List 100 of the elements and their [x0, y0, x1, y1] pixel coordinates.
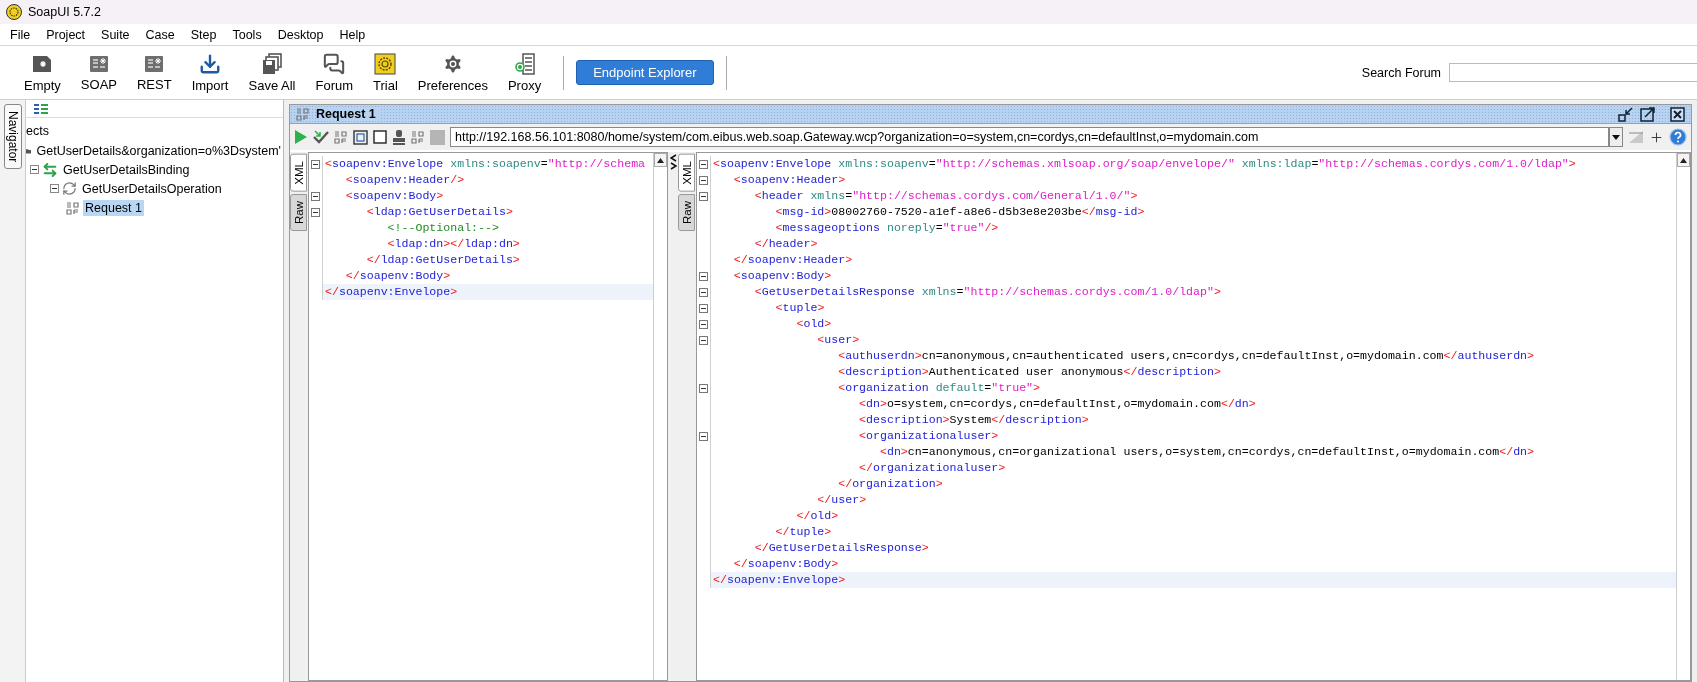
menu-item[interactable]: Project [38, 27, 94, 42]
code-line: <soapenv:Header> [732, 172, 847, 188]
fold-toggle[interactable] [699, 319, 708, 329]
tree-heading: ects [26, 124, 50, 140]
code-line: <tuple> [774, 300, 826, 316]
toolbar-button[interactable]: Trial [363, 47, 408, 98]
code-line: <soapenv:Header/> [344, 172, 466, 188]
chat-icon [323, 52, 346, 75]
scroll-up-button[interactable] [654, 153, 667, 167]
code-line: <msg-id>08002760-7520-a1ef-a8e6-d5b3e8e203be</msg-id> [774, 204, 1146, 220]
code-line: </user> [816, 492, 868, 508]
frame-icon[interactable] [353, 129, 368, 145]
arrow-up-icon [657, 157, 664, 163]
endpoint-explorer-button[interactable]: Endpoint Explorer [576, 60, 714, 85]
menu-item[interactable]: Case [137, 27, 183, 42]
editor-tab[interactable]: XML [678, 154, 695, 192]
soap-icon[interactable] [334, 130, 348, 144]
server-icon [513, 52, 536, 75]
soap-glyph-icon [334, 130, 348, 144]
fold-toggle[interactable] [699, 159, 708, 169]
code-line: <soapenv:Envelope xmlns:soapenv="http://schema [324, 156, 647, 172]
soap-icon[interactable] [411, 130, 425, 144]
code-line: <soapenv:Envelope xmlns:soapenv="http://schemas.xmlsoap.org/soap/envelope/" xmlns:ldap="http://schemas.cordys.com/1.0/ldap"> [712, 156, 1577, 172]
navigator-tab[interactable]: Navigator [3, 104, 22, 170]
expand-toggle[interactable] [30, 165, 39, 174]
close-icon[interactable] [1670, 106, 1685, 122]
fold-toggle[interactable] [699, 175, 708, 185]
refresh-icon [62, 181, 77, 196]
menu-item[interactable]: Suite [93, 27, 138, 42]
xml-editor[interactable]: <soapenv:Envelope xmlns:soapenv="http://schema <soapenv:Header/> <soapenv:Body> <ldap:GetUserDetails> <!--Optional:--> <ldap:dn></ldap:dn> </ldap:GetUserDetails> </soapenv:Body> </soapenv:Envelope> [308, 152, 668, 681]
maximize-icon[interactable] [1640, 106, 1656, 122]
list-icon [34, 103, 48, 114]
menu-item[interactable]: Tools [224, 27, 270, 42]
toolbar-button[interactable]: Import [181, 47, 239, 98]
soap-icon [87, 53, 110, 74]
code-line: <dn>o=system,cn=cordys,cn=defaultInst,o=mydomain.com</dn> [858, 396, 1257, 412]
code-line: <dn>cn=anonymous,cn=organizational users,o=system,cn=cordys,cn=defaultInst,o=mydomain.com</dn> [878, 444, 1536, 460]
soap-glyph-icon [411, 130, 425, 144]
plus-icon[interactable] [1649, 129, 1664, 145]
toolbar-button[interactable]: Preferences [407, 47, 498, 98]
scroll-up-button[interactable] [1677, 153, 1690, 167]
code-line: </old> [795, 508, 840, 524]
menu-item[interactable]: Desktop [269, 27, 332, 42]
fold-toggle[interactable] [699, 431, 708, 441]
tree-item[interactable]: GetUserDetails&organization=o%3Dsystem' [34, 142, 283, 159]
code-line: <ldap:dn></ldap:dn> [386, 236, 521, 252]
menu-item[interactable]: File [2, 27, 39, 42]
code-line: <GetUserDetailsResponse xmlns="http://schemas.cordys.com/1.0/ldap"> [753, 284, 1222, 300]
code-line: <!--Optional:--> [386, 220, 500, 236]
code-line: <messageoptions noreply="true"/> [774, 220, 1000, 236]
minus-icon [51, 185, 58, 192]
save-all-icon [260, 52, 283, 75]
editor-tab[interactable]: XML [290, 154, 307, 192]
code-line: </soapenv:Header> [732, 252, 854, 268]
code-line: </tuple> [774, 524, 833, 540]
tree-item[interactable]: GetUserDetailsOperation [80, 180, 224, 197]
fold-toggle[interactable] [699, 191, 708, 201]
fold-toggle[interactable] [699, 335, 708, 345]
fold-toggle[interactable] [311, 207, 320, 217]
soap-icon [296, 107, 310, 121]
toolbar-button[interactable]: Proxy [497, 47, 552, 98]
fold-toggle[interactable] [699, 303, 708, 313]
fold-toggle[interactable] [311, 159, 320, 169]
code-line: <user> [816, 332, 861, 348]
expand-toggle[interactable] [50, 184, 59, 193]
code-line: <description>System</description> [858, 412, 1090, 428]
editor-tab[interactable]: Raw [678, 193, 695, 231]
code-line: <organizationaluser> [858, 428, 1000, 444]
code-line: </ldap:GetUserDetails> [365, 252, 521, 268]
editor-tab[interactable]: Raw [290, 193, 307, 231]
toolbar-button[interactable]: REST [126, 47, 182, 98]
splitter-arrows-icon[interactable] [669, 154, 677, 170]
stamp-icon[interactable] [392, 129, 406, 145]
toolbar-button[interactable]: Save All [238, 47, 306, 98]
menu-item[interactable]: Step [182, 27, 225, 42]
fold-toggle[interactable] [699, 271, 708, 281]
help-icon[interactable] [1669, 128, 1687, 146]
fold-toggle[interactable] [311, 191, 320, 201]
toolbar-button[interactable]: Forum [305, 47, 364, 98]
fold-toggle[interactable] [699, 383, 708, 393]
code-line: <authuserdn>cn=anonymous,cn=authenticated users,cn=cordys,cn=defaultInst,o=mydomain.com</authuserdn> [837, 348, 1535, 364]
url-field[interactable]: http://192.168.56.101:8080/home/system/com.eibus.web.soap.Gateway.wcp?organization=o=system,cn=cordys,cn=defaultInst,o=mydomain.com [450, 127, 1609, 147]
window-title: SoapUI 5.7.2 [28, 5, 101, 19]
code-line: </organization> [837, 476, 944, 492]
panel-title: Request 1 [316, 107, 380, 121]
toolbar-button[interactable]: SOAP [70, 47, 127, 98]
code-line: <old> [795, 316, 833, 332]
tree-item[interactable]: GetUserDetailsBinding [61, 161, 192, 178]
fold-toggle[interactable] [699, 287, 708, 297]
check-icon[interactable] [313, 129, 329, 145]
app-logo-icon [6, 4, 22, 20]
search-field[interactable] [1449, 63, 1697, 82]
square-icon[interactable] [373, 130, 387, 144]
caret-icon [1612, 134, 1620, 140]
code-line: </header> [753, 236, 819, 252]
dropdown-button[interactable] [1609, 127, 1623, 147]
tree-item[interactable]: Request 1 [83, 199, 144, 216]
minimize-icon[interactable] [1618, 106, 1634, 122]
menu-item[interactable]: Help [331, 27, 374, 42]
toolbar-button[interactable]: Empty [14, 47, 71, 98]
